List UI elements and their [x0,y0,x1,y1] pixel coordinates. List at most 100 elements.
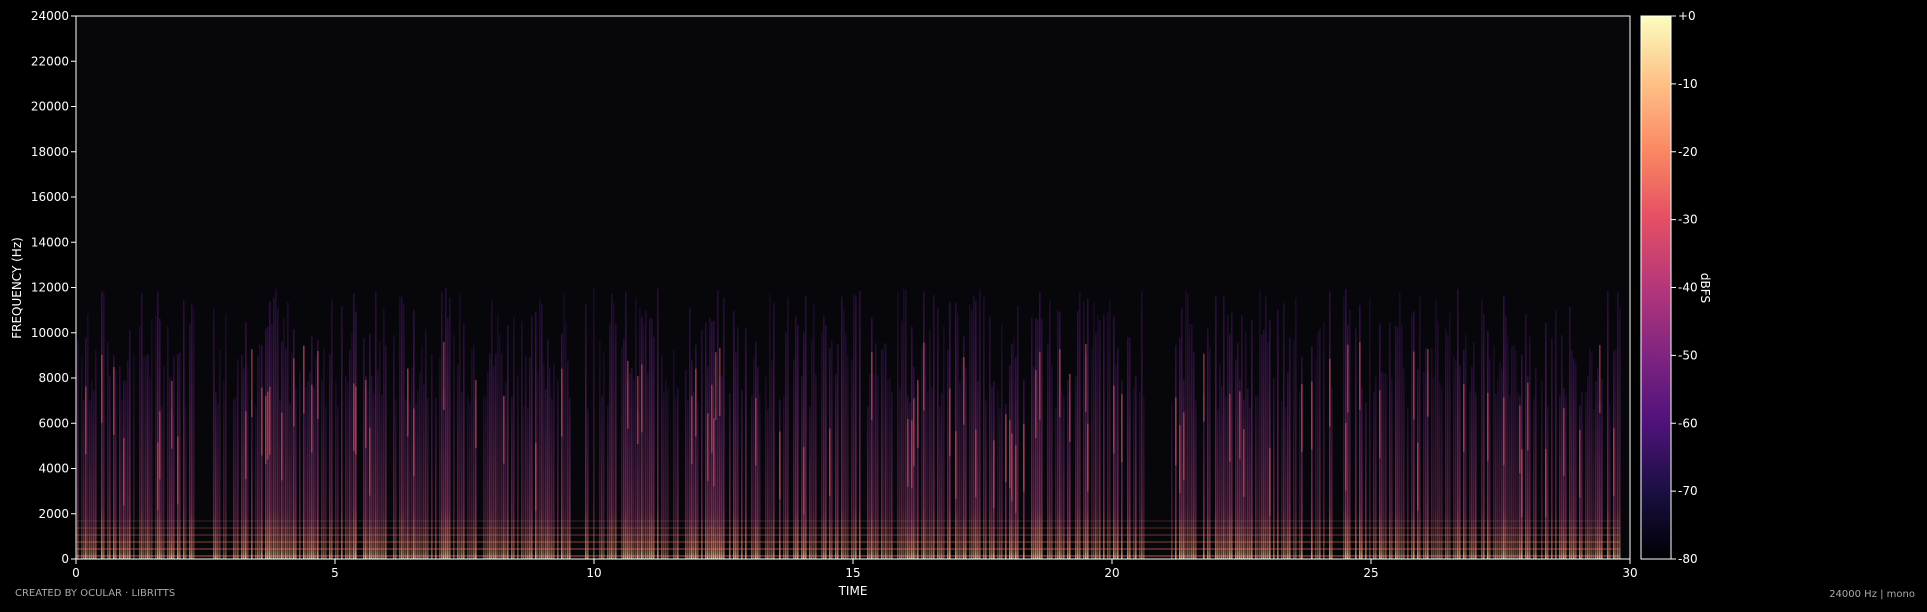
x-axis-label: TIME [838,584,868,598]
spectrogram-column [1419,295,1421,559]
spectrogram-column [115,369,117,559]
spectrogram-hotspot [627,360,629,429]
spectrogram-hotspot [1179,425,1181,493]
spectrogram-column [1369,298,1371,559]
spectrogram-column [1075,376,1077,559]
spectrogram-column [1389,322,1391,559]
spectrogram-column [459,293,461,559]
spectrogram-hotspot [913,398,915,467]
spectrogram-column [785,331,787,559]
spectrogram-column [1575,362,1577,559]
spectrogram-column [635,296,637,559]
colorbar-tick-label: -70 [1678,484,1698,498]
colorbar-label: dBFS [1698,273,1712,303]
spectrogram-column [1067,379,1069,559]
spectrogram-column [1037,319,1039,559]
spectrogram-column [237,359,239,559]
spectrogram-column [393,335,395,559]
spectrogram-hotspot [561,368,563,437]
spectrogram-column [989,315,991,559]
spectrogram-column [875,343,877,559]
spectrogram-column [677,388,679,559]
spectrogram-column [367,390,369,559]
spectrogram-column [505,382,507,559]
spectrogram-hotspot [719,348,721,416]
spectrogram-column [189,324,191,559]
spectrogram-column [1109,298,1111,559]
spectrogram-column [1107,312,1109,559]
spectrogram-column [927,391,929,559]
spectrogram-hotspot [1243,429,1245,497]
spectrogram-column [657,288,659,559]
y-tick-label: 18000 [31,145,69,159]
spectrogram-column [1099,320,1101,559]
spectrogram-column [1263,329,1265,559]
spectrogram-hotspot [365,380,367,448]
spectrogram-hotspot [503,395,505,464]
colorbar-tick-label: -60 [1678,416,1698,430]
spectrogram-column [929,329,931,559]
spectrogram-column [443,389,445,559]
spectrogram-column [345,375,347,559]
spectrogram-column [1013,337,1015,559]
spectrogram-hotspot [975,429,977,498]
y-tick-label: 14000 [31,235,69,249]
spectrogram-column [497,314,499,559]
spectrogram-column [1133,387,1135,559]
spectrogram-hotspot [123,437,125,506]
spectrogram-column [347,381,349,559]
spectrogram-column [643,323,645,559]
spectrogram-column [1189,324,1191,559]
spectrogram-column [641,316,643,559]
spectrogram-column [1215,295,1217,559]
spectrogram-column [1001,324,1003,559]
spectrogram-column [793,359,795,559]
y-tick-label: 0 [61,552,69,566]
spectrogram-column [155,316,157,559]
spectrogram-column [855,295,857,559]
spectrogram-hotspot [993,440,995,509]
spectrogram-column [931,386,933,559]
spectrogram-column [1399,292,1401,559]
spectrogram-column [1265,296,1267,559]
spectrogram-column [797,325,799,559]
spectrogram-hotspot [803,446,805,515]
spectrogram-hotspot [829,428,831,497]
spectrogram-column [1587,376,1589,559]
spectrogram-column [163,365,165,559]
colorbar [1640,15,1672,560]
spectrogram-column [1299,390,1301,559]
spectrogram-hotspot [1345,422,1347,491]
spectrogram-hotspot [1269,447,1271,516]
spectrogram-column [979,288,981,559]
spectrogram-column [527,407,529,559]
spectrogram-column [461,392,463,559]
x-tick-label: 30 [1622,566,1637,580]
spectrogram-column [1361,387,1363,559]
spectrogram-hotspot [1239,391,1241,460]
spectrogram-column [309,372,311,559]
colorbar-tick-label: -30 [1678,213,1698,227]
spectrogram-column [1525,314,1527,559]
spectrogram-column [377,368,379,559]
spectrogram-column [449,298,451,559]
spectrogram-column [127,360,129,559]
spectrogram-column [1435,298,1437,559]
spectrogram-column [1455,360,1457,559]
spectrogram-column [557,380,559,559]
y-tick-label: 12000 [31,281,69,295]
spectrogram-column [1465,334,1467,559]
spectrogram-column [139,326,141,559]
spectrogram-hotspot [1183,412,1185,481]
spectrogram-column [447,317,449,559]
y-tick-label: 16000 [31,190,69,204]
spectrogram-hotspot [907,418,909,487]
spectrogram-column [419,371,421,559]
spectrogram-column [1373,391,1375,559]
spectrogram-column [499,334,501,559]
spectrogram-column [215,391,217,559]
harmonic-band [76,555,1620,557]
spectrogram-column [801,376,803,559]
spectrogram-column [1129,337,1131,559]
spectrogram-column [537,372,539,559]
